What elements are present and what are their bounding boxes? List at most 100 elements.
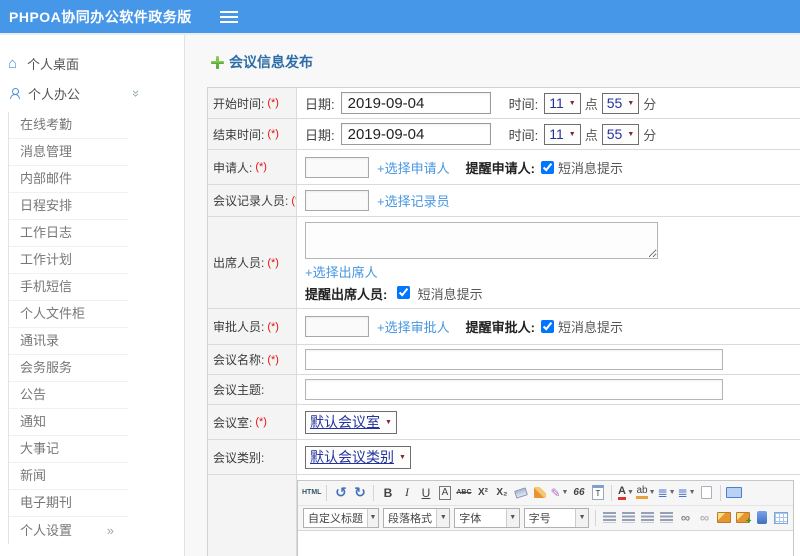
choose-applicant-link[interactable]: +选择申请人 bbox=[377, 158, 450, 177]
ordered-list-button[interactable]: ≣ ▼ bbox=[658, 483, 676, 502]
start-minute-select[interactable]: 55 bbox=[601, 92, 640, 114]
approver-input[interactable] bbox=[305, 316, 369, 337]
align-center-icon[interactable] bbox=[620, 508, 637, 527]
sidebar-item-contacts[interactable]: 通讯录 bbox=[9, 328, 128, 355]
time-label: 时间: bbox=[508, 127, 539, 143]
blockquote-button[interactable]: 66 bbox=[570, 483, 587, 502]
field-label: 会议名称: bbox=[213, 353, 265, 367]
end-minute-select[interactable]: 55 bbox=[601, 123, 640, 145]
start-date-input[interactable] bbox=[340, 92, 491, 114]
sidebar-item-meeting-services[interactable]: 会务服务 bbox=[9, 355, 128, 382]
meeting-subject-input[interactable] bbox=[305, 379, 723, 400]
sidebar-item-label: 个人桌面 bbox=[27, 56, 80, 72]
choose-recorder-link[interactable]: +选择记录员 bbox=[377, 191, 450, 210]
font-color-button[interactable]: A ▼ bbox=[617, 483, 634, 502]
sidebar: ⌂ 个人桌面 个人办公 » 在线考勤 消息管理 内部邮件 日程安排 工作日志 工… bbox=[0, 35, 185, 556]
eraser-icon[interactable] bbox=[512, 483, 529, 502]
insert-media-icon[interactable] bbox=[753, 508, 770, 527]
sms-label: 短消息提示 bbox=[557, 160, 623, 176]
new-page-icon[interactable] bbox=[698, 483, 715, 502]
row-meeting-name: 会议名称: (*) bbox=[208, 345, 800, 375]
menu-icon[interactable] bbox=[219, 11, 238, 23]
meeting-room-select[interactable]: 默认会议室 bbox=[305, 410, 397, 434]
strikethrough-button[interactable]: ABC bbox=[455, 483, 472, 502]
subscript-button[interactable]: X₂ bbox=[493, 483, 510, 502]
italic-button[interactable]: I bbox=[398, 483, 415, 502]
sidebar-item-mobile-sms[interactable]: 手机短信 bbox=[9, 274, 128, 301]
attendees-textarea[interactable] bbox=[305, 222, 658, 259]
bold-button[interactable]: B bbox=[379, 483, 396, 502]
sidebar-item-personal-settings[interactable]: 个人设置 » bbox=[9, 517, 128, 544]
sidebar-item-messages[interactable]: 消息管理 bbox=[9, 139, 128, 166]
fullscreen-icon[interactable] bbox=[726, 483, 743, 502]
sidebar-item-major-events[interactable]: 大事记 bbox=[9, 436, 128, 463]
underline-button[interactable]: U bbox=[417, 483, 434, 502]
highlight-color-button[interactable]: ab ▼ bbox=[636, 483, 656, 502]
sidebar-item-announcements[interactable]: 公告 bbox=[9, 382, 128, 409]
sidebar-item-notices[interactable]: 通知 bbox=[9, 409, 128, 436]
sms-label: 短消息提示 bbox=[417, 287, 483, 302]
align-left-icon[interactable] bbox=[601, 508, 618, 527]
field-label: 会议主题: bbox=[213, 383, 265, 397]
rich-text-editor: HTML ↺ ↻ B I U A ABC X² X₂ ✎ ▼ 66 T A ▼ … bbox=[297, 479, 794, 556]
paste-text-button[interactable]: T bbox=[589, 483, 606, 502]
sidebar-item-supervision[interactable]: ⋈ 督查督办 » bbox=[0, 548, 140, 556]
meeting-category-select[interactable]: 默认会议类别 bbox=[305, 445, 411, 469]
align-right-icon[interactable] bbox=[639, 508, 656, 527]
recorder-input[interactable] bbox=[305, 190, 369, 211]
format-brush-button[interactable]: ✎ ▼ bbox=[550, 483, 568, 502]
chevron-right-icon: » bbox=[106, 522, 114, 538]
clear-format-icon[interactable] bbox=[531, 483, 548, 502]
sidebar-item-work-plan[interactable]: 工作计划 bbox=[9, 247, 128, 274]
font-size-select[interactable]: 字号 ▼ bbox=[523, 507, 590, 528]
sidebar-item-internal-mail[interactable]: 内部邮件 bbox=[9, 166, 128, 193]
sidebar-item-desktop[interactable]: ⌂ 个人桌面 bbox=[0, 48, 140, 78]
page-title: 会议信息发布 bbox=[211, 52, 800, 72]
field-label: 结束时间: bbox=[213, 127, 265, 142]
sidebar-item-work-log[interactable]: 工作日志 bbox=[9, 220, 128, 247]
editor-content-area[interactable] bbox=[298, 530, 793, 556]
upload-image-icon[interactable] bbox=[734, 508, 752, 527]
remind-applicant-label: 提醒申请人: bbox=[465, 160, 535, 176]
align-justify-icon[interactable] bbox=[658, 508, 675, 527]
sidebar-item-file-cabinet[interactable]: 个人文件柜 bbox=[9, 301, 128, 328]
approver-sms-checkbox[interactable] bbox=[540, 320, 554, 333]
sidebar-item-attendance[interactable]: 在线考勤 bbox=[9, 112, 128, 139]
undo-button[interactable]: ↺ bbox=[332, 483, 349, 502]
end-hour-select[interactable]: 11 bbox=[544, 123, 581, 145]
heading-style-select[interactable]: 自定义标题 ▼ bbox=[303, 507, 379, 528]
insert-link-icon[interactable]: ∞ bbox=[677, 508, 694, 527]
start-hour-select[interactable]: 11 bbox=[544, 92, 581, 114]
hour-unit: 点 bbox=[584, 127, 598, 143]
superscript-button[interactable]: X² bbox=[474, 483, 491, 502]
row-approver: 审批人员: (*) +选择审批人 提醒审批人: 短消息提示 bbox=[208, 309, 800, 345]
required-mark: (*) bbox=[267, 256, 279, 269]
unordered-list-button[interactable]: ≣ ▼ bbox=[678, 483, 696, 502]
meeting-name-input[interactable] bbox=[305, 349, 723, 370]
redo-button[interactable]: ↻ bbox=[351, 483, 368, 502]
sidebar-item-label: 个人办公 bbox=[28, 86, 81, 102]
attendees-sms-checkbox[interactable] bbox=[396, 286, 410, 299]
end-date-input[interactable] bbox=[340, 123, 491, 145]
insert-image-icon[interactable] bbox=[715, 508, 732, 527]
applicant-sms-checkbox[interactable] bbox=[540, 160, 554, 174]
remove-link-icon[interactable]: ∞ bbox=[696, 508, 713, 527]
applicant-input[interactable] bbox=[305, 156, 369, 178]
main-content: 会议信息发布 开始时间:(*) 日期: 时间: 11 点 55 分 结束 bbox=[185, 35, 800, 556]
sidebar-item-personal-office[interactable]: 个人办公 » bbox=[0, 78, 144, 108]
font-border-button[interactable]: A bbox=[436, 483, 453, 502]
required-mark: (*) bbox=[255, 161, 267, 173]
choose-attendee-link[interactable]: +选择出席人 bbox=[305, 265, 378, 280]
sidebar-item-news[interactable]: 新闻 bbox=[9, 463, 128, 490]
choose-approver-link[interactable]: +选择审批人 bbox=[377, 317, 450, 336]
required-mark: (*) bbox=[267, 128, 279, 140]
paragraph-format-select[interactable]: 段落格式 ▼ bbox=[383, 507, 451, 528]
insert-table-icon[interactable] bbox=[772, 508, 789, 527]
html-source-button[interactable]: HTML bbox=[302, 483, 321, 502]
page-title-text: 会议信息发布 bbox=[229, 54, 313, 70]
sidebar-item-schedule[interactable]: 日程安排 bbox=[9, 193, 128, 220]
sidebar-item-e-journal[interactable]: 电子期刊 bbox=[9, 490, 128, 517]
font-family-select[interactable]: 字体 ▼ bbox=[454, 507, 520, 528]
row-meeting-subject: 会议主题: bbox=[208, 375, 800, 405]
meeting-form: 开始时间:(*) 日期: 时间: 11 点 55 分 结束时间:(*) 日期: bbox=[207, 87, 800, 556]
